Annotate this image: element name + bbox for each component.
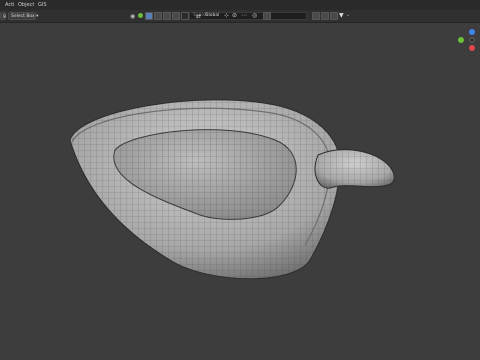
- pivot-icon[interactable]: ⊹: [224, 12, 229, 19]
- close-icon[interactable]: [263, 12, 271, 20]
- gizmo-y-icon[interactable]: [458, 37, 464, 43]
- eye-icon[interactable]: ◉: [130, 13, 135, 20]
- navigation-gizmo[interactable]: [455, 26, 480, 66]
- snap-icon[interactable]: ⊘: [232, 12, 237, 19]
- filter-icon[interactable]: ▼: [339, 12, 344, 19]
- 3d-viewport[interactable]: [0, 23, 480, 360]
- vertex-select-icon[interactable]: [154, 12, 162, 20]
- menu-item-object[interactable]: Object: [18, 0, 34, 10]
- menu-bar: Acti Object GIS: [0, 0, 480, 10]
- mesh-select-icon[interactable]: [145, 12, 153, 20]
- mode-dropdown[interactable]: g: [0, 12, 6, 20]
- shading-icon[interactable]: [330, 12, 338, 20]
- viewport-header-toolbar: g Select Box ▾ ◉ Search ⇄ Global ⊹ ⊘ ⋯ ◎…: [0, 10, 480, 23]
- orientation-dropdown[interactable]: Global: [203, 12, 221, 20]
- select-box-dropdown[interactable]: Select Box ▾: [8, 12, 38, 20]
- chevron-down-icon[interactable]: ⌄: [346, 12, 350, 18]
- gizmo-x-icon[interactable]: [469, 45, 475, 51]
- mesh-model: [69, 99, 395, 280]
- gizmo-center-icon: [469, 37, 475, 43]
- transform-orientation-icon[interactable]: ⇄: [196, 13, 201, 20]
- menu-item-gis[interactable]: GIS: [38, 0, 47, 10]
- menu-item-acti[interactable]: Acti: [5, 0, 14, 10]
- handle-stem-wire: [315, 149, 395, 189]
- face-select-icon[interactable]: [172, 12, 180, 20]
- search-icon: [181, 12, 189, 20]
- green-circle-icon[interactable]: [138, 13, 143, 18]
- snap-options-icon[interactable]: ⋯: [241, 12, 247, 19]
- view-options-icon[interactable]: [312, 12, 320, 20]
- gizmo-z-icon[interactable]: [469, 29, 475, 35]
- edge-select-icon[interactable]: [163, 12, 171, 20]
- overlay-icon[interactable]: [321, 12, 329, 20]
- proportional-edit-icon[interactable]: ◎: [252, 12, 257, 19]
